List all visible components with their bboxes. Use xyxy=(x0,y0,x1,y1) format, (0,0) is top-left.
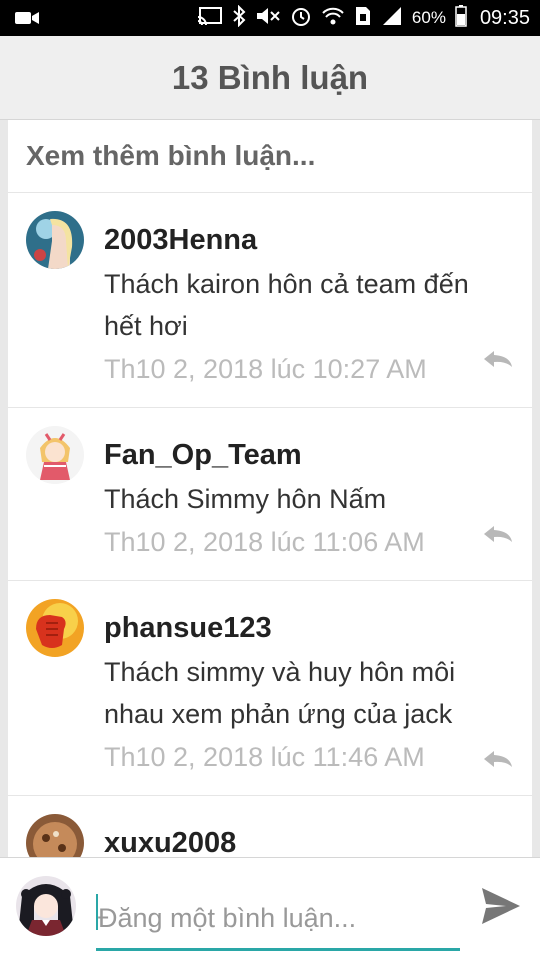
bluetooth-icon xyxy=(232,4,246,32)
comment-item: Fan_Op_Team Thách Simmy hôn Nấm Th10 2, … xyxy=(8,408,532,581)
wifi-icon xyxy=(321,6,345,31)
comment-text: Thách kairon hôn cả team đến hết hơi xyxy=(104,269,469,341)
cast-icon xyxy=(197,6,223,31)
comment-username[interactable]: Fan_Op_Team xyxy=(104,436,512,474)
status-bar: 60% 09:35 xyxy=(0,0,540,36)
text-cursor xyxy=(96,894,98,930)
comment-timestamp: Th10 2, 2018 lúc 10:27 AM xyxy=(104,354,427,384)
comments-list[interactable]: Xem thêm bình luận... 2003Henna Thách ka… xyxy=(8,120,532,860)
send-icon[interactable] xyxy=(480,886,522,931)
alarm-icon xyxy=(290,5,312,32)
current-user-avatar xyxy=(16,876,76,936)
comment-username[interactable]: phansue123 xyxy=(104,609,512,647)
comment-item: phansue123 Thách simmy và huy hôn môi nh… xyxy=(8,581,532,796)
page-title: 13 Bình luận xyxy=(171,58,369,96)
comment-text: Thách simmy và huy hôn môi nhau xem phản… xyxy=(104,657,456,729)
mute-icon xyxy=(255,6,281,31)
comment-input-bar xyxy=(0,857,540,961)
comment-username[interactable]: 2003Henna xyxy=(104,221,512,259)
user-avatar[interactable] xyxy=(26,426,84,484)
reply-icon[interactable] xyxy=(482,749,514,774)
see-more-comments-link[interactable]: Xem thêm bình luận... xyxy=(8,120,532,193)
comment-timestamp: Th10 2, 2018 lúc 11:46 AM xyxy=(104,742,425,772)
sim-icon xyxy=(354,5,372,32)
reply-icon[interactable] xyxy=(482,349,514,374)
comment-timestamp: Th10 2, 2018 lúc 11:06 AM xyxy=(104,527,425,557)
comment-input[interactable] xyxy=(96,888,460,951)
comment-username[interactable]: xuxu2008 xyxy=(104,824,512,860)
user-avatar[interactable] xyxy=(26,599,84,657)
clock: 09:35 xyxy=(479,6,530,29)
battery-percent: 60% xyxy=(411,8,446,27)
battery-icon xyxy=(455,4,467,32)
comment-item: 2003Henna Thách kairon hôn cả team đến h… xyxy=(8,193,532,408)
reply-icon[interactable] xyxy=(482,524,514,549)
video-icon xyxy=(14,9,40,32)
comment-item: xuxu2008 xyxy=(8,796,532,860)
signal-icon xyxy=(381,6,403,31)
comment-text: Thách Simmy hôn Nấm xyxy=(104,484,387,514)
app-header: 13 Bình luận xyxy=(0,36,540,120)
user-avatar[interactable] xyxy=(26,211,84,269)
